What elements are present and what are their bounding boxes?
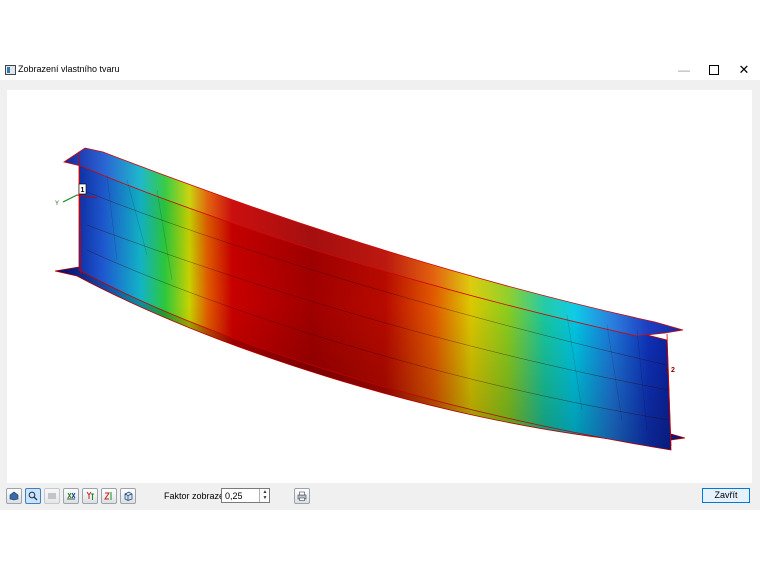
zoom-icon [28,491,38,501]
deformed-beam-render: Y 1 2 [54,147,686,451]
view-z-button[interactable] [101,488,117,504]
print-button[interactable] [294,488,310,504]
close-icon: ✕ [738,62,750,77]
view-disabled-button[interactable] [44,488,60,504]
render-mode-button[interactable] [6,488,22,504]
spin-down-icon[interactable]: ▼ [260,495,270,501]
factor-spinner[interactable]: ▲ ▼ [259,489,270,502]
view-iso-button[interactable] [120,488,136,504]
zoom-button[interactable] [25,488,41,504]
view-x-button[interactable] [63,488,79,504]
node-2-label: 2 [671,367,675,374]
render-mode-icon [9,491,19,501]
view-y-button[interactable] [82,488,98,504]
view-x-icon [67,492,76,500]
axis-y-line [62,194,78,203]
close-button[interactable]: Zavřít [702,488,750,503]
3d-viewport[interactable]: Y 1 2 [7,90,752,483]
maximize-icon [709,65,719,75]
view-disabled-icon [48,493,56,499]
axis-y-label: Y [55,201,59,207]
print-icon [297,491,307,501]
node-1-label: 1 [81,187,85,194]
title-bar[interactable]: Zobrazení vlastního tvaru — ✕ [0,60,760,80]
view-iso-icon [124,491,133,501]
minimize-icon: — [678,63,690,77]
minimize-button[interactable]: — [670,60,698,80]
maximize-button[interactable] [700,60,728,80]
bottom-toolbar: Faktor zobrazení: ▲ ▼ Zavřít [0,485,760,510]
app-icon [5,65,16,75]
view-z-icon [104,492,112,500]
view-y-icon [86,491,94,500]
close-window-button[interactable]: ✕ [730,60,758,80]
node-2-marker [665,368,669,372]
window-title: Zobrazení vlastního tvaru [18,64,120,74]
eigenshape-window: Zobrazení vlastního tvaru — ✕ Y 1 2 Fakt… [0,60,760,510]
